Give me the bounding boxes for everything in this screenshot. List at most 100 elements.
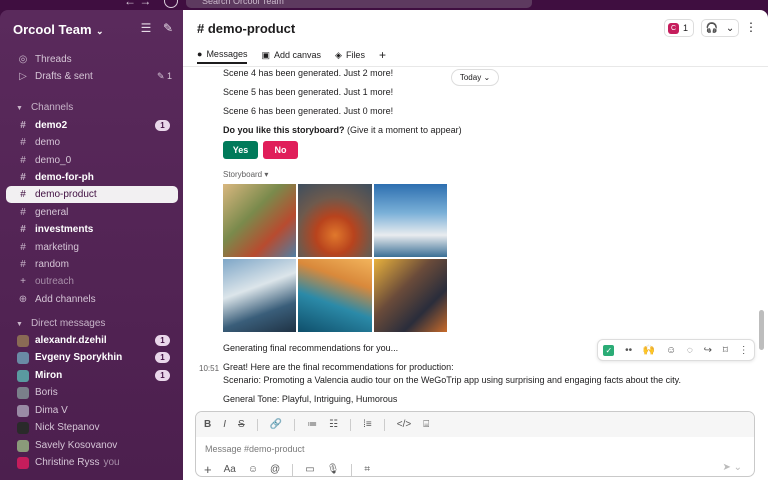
workspace-switcher[interactable]: Orcool Team ⌄ xyxy=(13,22,104,37)
channel-tabs: ● Messages ▣ Add canvas ◈ Files + xyxy=(197,46,386,66)
sidebar-item-demo-product[interactable]: # demo-product xyxy=(6,186,178,203)
canvas-icon: ▣ xyxy=(261,49,270,60)
add-icon: ⊕ xyxy=(18,294,28,305)
sidebar-item-drafts[interactable]: ▷ Drafts & sent ✎ 1 xyxy=(6,68,178,85)
bookmark-icon[interactable]: ⌑ xyxy=(723,345,728,356)
dm-item-boris[interactable]: Boris xyxy=(6,384,178,401)
date-label: Today xyxy=(459,73,482,82)
dm-item-nick[interactable]: Nick Stepanov xyxy=(6,419,178,436)
add-reaction-icon[interactable]: ☺ xyxy=(666,345,676,356)
filter-icon[interactable]: ☰ xyxy=(139,21,153,35)
compose-icon[interactable]: ✎ xyxy=(161,21,175,35)
storyboard-image[interactable] xyxy=(223,184,447,332)
chevron-down-icon: ⌄ xyxy=(725,22,735,34)
history-icon[interactable] xyxy=(164,0,178,8)
sidebar-item-demo[interactable]: # demo xyxy=(6,134,178,151)
code-block-icon[interactable]: ⌸ xyxy=(423,419,429,430)
composer-actions: + Aa ☺ @ ▭ 🎙 ⌗ xyxy=(204,462,370,476)
italic-icon[interactable]: I xyxy=(223,419,226,430)
hash-icon: # xyxy=(20,172,26,183)
channel-view: # demo-product C1 🎧 ⌄ ⋮ ● Messages ▣ Add ca… xyxy=(183,10,768,480)
shortcuts-icon[interactable]: ⌗ xyxy=(364,464,370,475)
hash-icon: # xyxy=(20,120,26,131)
you-label: you xyxy=(103,457,120,468)
message-timestamp[interactable]: 10:51 xyxy=(199,364,219,373)
tab-files[interactable]: ◈ Files xyxy=(335,46,365,64)
avatar xyxy=(17,456,29,469)
chevron-down-icon: ⌄ xyxy=(93,26,104,36)
more-icon[interactable]: ⋮ xyxy=(739,345,749,356)
bold-icon[interactable]: B xyxy=(204,419,211,430)
reply-thread-icon[interactable]: ◌ xyxy=(687,345,693,356)
checkmark-icon[interactable]: ✓ xyxy=(603,344,615,356)
unread-badge: 1 xyxy=(155,335,170,346)
mention-icon[interactable]: @ xyxy=(270,464,280,475)
sidebar-item-threads[interactable]: ◎ Threads xyxy=(6,51,178,68)
video-icon[interactable]: ▭ xyxy=(305,464,314,475)
sidebar-item-demo_0[interactable]: # demo_0 xyxy=(6,152,178,169)
eyes-icon[interactable]: •• xyxy=(625,345,632,356)
tab-add-canvas[interactable]: ▣ Add canvas xyxy=(261,46,321,64)
sidebar-item-demo-for-ph[interactable]: # demo-for-ph xyxy=(6,169,178,186)
add-tab-button[interactable]: + xyxy=(379,46,386,64)
sidebar-item-demo2[interactable]: # demo2 1 xyxy=(6,117,178,134)
message-text: Scene 5 has been generated. Just 1 more! xyxy=(223,87,394,97)
dm-item-miron[interactable]: Miron 1 xyxy=(6,367,178,384)
channel-title[interactable]: # demo-product xyxy=(197,21,295,36)
tab-messages[interactable]: ● Messages xyxy=(197,46,248,64)
send-button[interactable]: ➤ ⌄ xyxy=(722,462,742,473)
no-button[interactable]: No xyxy=(263,141,298,159)
sidebar-item-general[interactable]: # general xyxy=(6,204,178,221)
top-bar: ← → Search Orcool Team xyxy=(0,0,768,10)
sidebar-item-random[interactable]: # random xyxy=(6,256,178,273)
message-input[interactable]: Message #demo-product xyxy=(205,444,305,454)
strikethrough-icon[interactable]: S xyxy=(238,419,245,430)
emoji-icon[interactable]: ☺ xyxy=(248,464,258,475)
plus-icon[interactable]: + xyxy=(204,462,212,476)
sidebar-item-investments[interactable]: # investments xyxy=(6,221,178,238)
blockquote-icon[interactable]: ⁞≡ xyxy=(363,419,372,430)
scrollbar[interactable] xyxy=(759,310,764,350)
ordered-list-icon[interactable]: ≔ xyxy=(307,419,317,430)
bulleted-list-icon[interactable]: ☷ xyxy=(329,419,338,430)
sidebar-item-marketing[interactable]: # marketing xyxy=(6,239,178,256)
code-icon[interactable]: </> xyxy=(397,419,411,430)
date-divider-button[interactable]: Today ⌄ xyxy=(451,69,499,86)
dm-item-savely[interactable]: Savely Kosovanov xyxy=(6,437,178,454)
share-icon[interactable]: ↪ xyxy=(704,345,712,356)
search-input[interactable]: Search Orcool Team xyxy=(186,0,532,8)
raised-hands-icon[interactable]: 🙌 xyxy=(643,345,655,356)
hash-icon: # xyxy=(197,21,208,36)
dm-item-christine[interactable]: Christine Ryss you xyxy=(6,454,178,471)
yes-button[interactable]: Yes xyxy=(223,141,258,159)
sidebar-item-label: Miron xyxy=(35,370,63,381)
microphone-icon[interactable]: 🎙 xyxy=(327,464,340,475)
message-text: Scene 4 has been generated. Just 2 more! xyxy=(223,68,394,78)
dm-item-evgeny[interactable]: Evgeny Sporykhin 1 xyxy=(6,349,178,366)
add-channels-button[interactable]: ⊕ Add channels xyxy=(6,291,178,308)
message-text: Great! Here are the final recommendation… xyxy=(223,362,454,372)
sidebar-item-outreach[interactable]: + outreach xyxy=(6,273,178,290)
channels-header[interactable]: ▼ Channels xyxy=(6,102,73,113)
link-icon[interactable]: 🔗 xyxy=(270,419,282,430)
storyboard-tile xyxy=(373,184,447,257)
dm-item-alexandr[interactable]: alexandr.dzehil 1 xyxy=(6,332,178,349)
divider xyxy=(256,418,258,431)
sidebar-item-label: Christine Ryss xyxy=(35,457,100,468)
more-icon[interactable]: ⋮ xyxy=(745,20,757,34)
huddle-button[interactable]: 🎧 ⌄ xyxy=(701,19,739,37)
history-nav-icon[interactable]: ← → xyxy=(124,0,151,8)
headphones-icon: 🎧 xyxy=(705,22,719,34)
dm-item-dima[interactable]: Dima V xyxy=(6,402,178,419)
sidebar-item-label: demo-product xyxy=(35,189,97,200)
text-format-icon[interactable]: Aa xyxy=(224,464,236,475)
sidebar-item-label: Evgeny Sporykhin xyxy=(35,352,123,363)
members-button[interactable]: C1 xyxy=(664,19,694,37)
storyboard-toggle[interactable]: Storyboard ▾ xyxy=(223,170,268,179)
storyboard-label: Storyboard xyxy=(223,170,263,179)
dm-header[interactable]: ▼ Direct messages xyxy=(6,318,105,329)
sidebar-item-label: Boris xyxy=(35,387,58,398)
message-text: Scene 6 has been generated. Just 0 more! xyxy=(223,106,394,116)
question-bold: Do you like this storyboard? xyxy=(223,125,345,135)
avatar xyxy=(17,351,29,364)
